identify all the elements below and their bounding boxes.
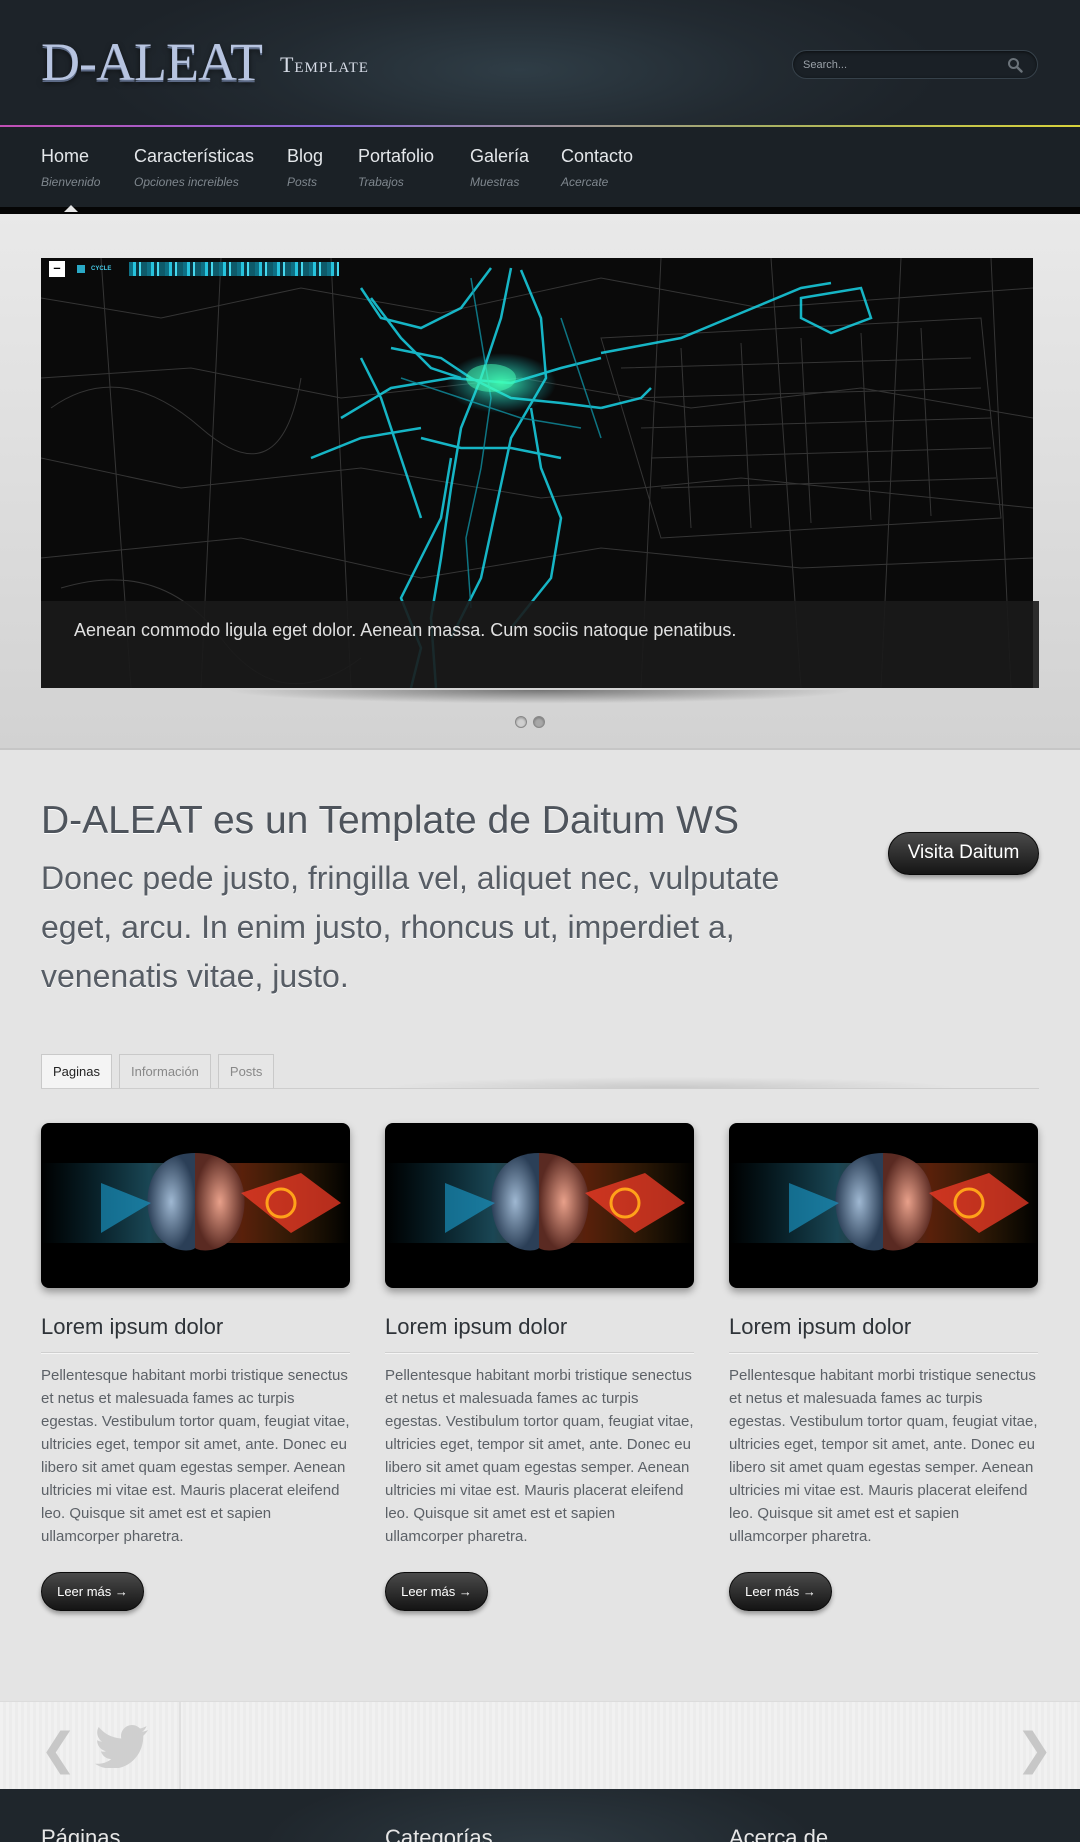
map-zoom-out-button[interactable]: – <box>49 261 65 277</box>
content-tabs: Paginas Información Posts <box>41 1054 281 1088</box>
tab-informacion[interactable]: Información <box>118 1054 211 1088</box>
nav-label: Home <box>41 146 90 166</box>
nav-label: Blog <box>287 146 324 166</box>
twitter-bird-icon <box>94 1725 148 1768</box>
map-toolbar: – CYCLE <box>49 261 340 277</box>
main-nav: Home Bienvenido Características Opciones… <box>0 127 1080 207</box>
site-footer: Páginas Categorías Acerca de <box>0 1789 1080 1842</box>
brain-artwork <box>729 1153 1038 1251</box>
brain-artwork <box>385 1153 694 1251</box>
visit-daitum-button[interactable]: Visita Daitum <box>888 832 1039 875</box>
twitter-bar-left: ❮ <box>0 1702 181 1790</box>
map-timeline-strip <box>129 262 340 276</box>
card-title: Lorem ipsum dolor <box>385 1314 568 1339</box>
card-divider <box>41 1352 350 1354</box>
card-divider <box>729 1352 1038 1354</box>
card-title: Lorem ipsum dolor <box>41 1314 224 1339</box>
nav-item-contacto[interactable]: Contacto Acercate <box>561 146 633 189</box>
nav-item-portafolio[interactable]: Portafolio Trabajos <box>358 146 434 189</box>
nav-label: Contacto <box>561 146 634 166</box>
card-text: Pellentesque habitant morbi tristique se… <box>729 1367 1038 1545</box>
nav-item-blog[interactable]: Blog Posts <box>287 146 323 189</box>
footer-heading-categorias: Categorías <box>385 1825 493 1842</box>
tabs-shadow <box>300 1062 1040 1088</box>
card-title: Lorem ipsum dolor <box>729 1314 912 1339</box>
nav-label: Portafolio <box>358 146 435 166</box>
footer-heading-acerca: Acerca de <box>729 1825 829 1842</box>
search-icon[interactable] <box>1007 57 1023 73</box>
card-image[interactable] <box>41 1123 350 1288</box>
nav-bottom-bar <box>0 207 1080 214</box>
nav-item-galeria[interactable]: Galería Muestras <box>470 146 529 189</box>
content-card: Lorem ipsum dolor Pellentesque habitant … <box>41 1123 350 1611</box>
nav-label: Características <box>134 146 255 166</box>
nav-sublabel: Acercate <box>561 175 609 189</box>
tab-paginas[interactable]: Paginas <box>41 1054 112 1088</box>
intro-title: D-ALEAT es un Template de Daitum WS <box>41 799 739 842</box>
nav-sublabel: Opciones increibles <box>134 175 239 189</box>
slider-caption: Aenean commodo ligula eget dolor. Aenean… <box>41 601 1039 688</box>
nav-item-home[interactable]: Home Bienvenido <box>41 146 100 189</box>
tabs-baseline <box>41 1088 1039 1089</box>
search-box <box>792 50 1038 79</box>
site-header: D-ALEAT Template <box>0 0 1080 126</box>
nav-sublabel: Trabajos <box>358 175 404 189</box>
read-more-button[interactable]: Leer más → <box>41 1572 144 1611</box>
tab-posts[interactable]: Posts <box>217 1054 275 1088</box>
card-divider <box>385 1352 694 1354</box>
read-more-button[interactable]: Leer más → <box>729 1572 832 1611</box>
nav-label: Galería <box>470 146 530 166</box>
brain-artwork <box>41 1153 350 1251</box>
map-checkbox[interactable] <box>77 265 85 273</box>
footer-heading-paginas: Páginas <box>41 1825 121 1842</box>
card-text: Pellentesque habitant morbi tristique se… <box>41 1367 350 1545</box>
twitter-bar: ❮ ❯ <box>0 1701 1080 1790</box>
search-input[interactable] <box>803 56 993 74</box>
intro-text: Donec pede justo, fringilla vel, aliquet… <box>41 860 780 994</box>
chevron-right-icon[interactable]: ❯ <box>1016 1724 1053 1775</box>
slider-dot-1[interactable] <box>515 716 527 728</box>
slider-pagination <box>515 716 551 728</box>
logo-title: D-ALEAT <box>41 32 263 92</box>
slider-dot-2[interactable] <box>533 716 545 728</box>
card-image[interactable] <box>729 1123 1038 1288</box>
logo-subtitle: Template <box>279 52 369 77</box>
card-text: Pellentesque habitant morbi tristique se… <box>385 1367 694 1545</box>
content-card: Lorem ipsum dolor Pellentesque habitant … <box>385 1123 694 1611</box>
nav-sublabel: Muestras <box>470 175 520 189</box>
read-more-button[interactable]: Leer más → <box>385 1572 488 1611</box>
content-card: Lorem ipsum dolor Pellentesque habitant … <box>729 1123 1038 1611</box>
chevron-left-icon[interactable]: ❮ <box>40 1724 77 1775</box>
nav-sublabel: Posts <box>287 175 318 189</box>
nav-item-caracteristicas[interactable]: Características Opciones increibles <box>134 146 254 189</box>
site-logo[interactable]: D-ALEAT Template <box>41 32 369 92</box>
slider-caption-text: Aenean commodo ligula eget dolor. Aenean… <box>74 620 737 640</box>
active-nav-indicator <box>64 205 78 212</box>
card-image[interactable] <box>385 1123 694 1288</box>
map-layer-label: CYCLE <box>91 266 112 272</box>
nav-sublabel: Bienvenido <box>41 175 101 189</box>
